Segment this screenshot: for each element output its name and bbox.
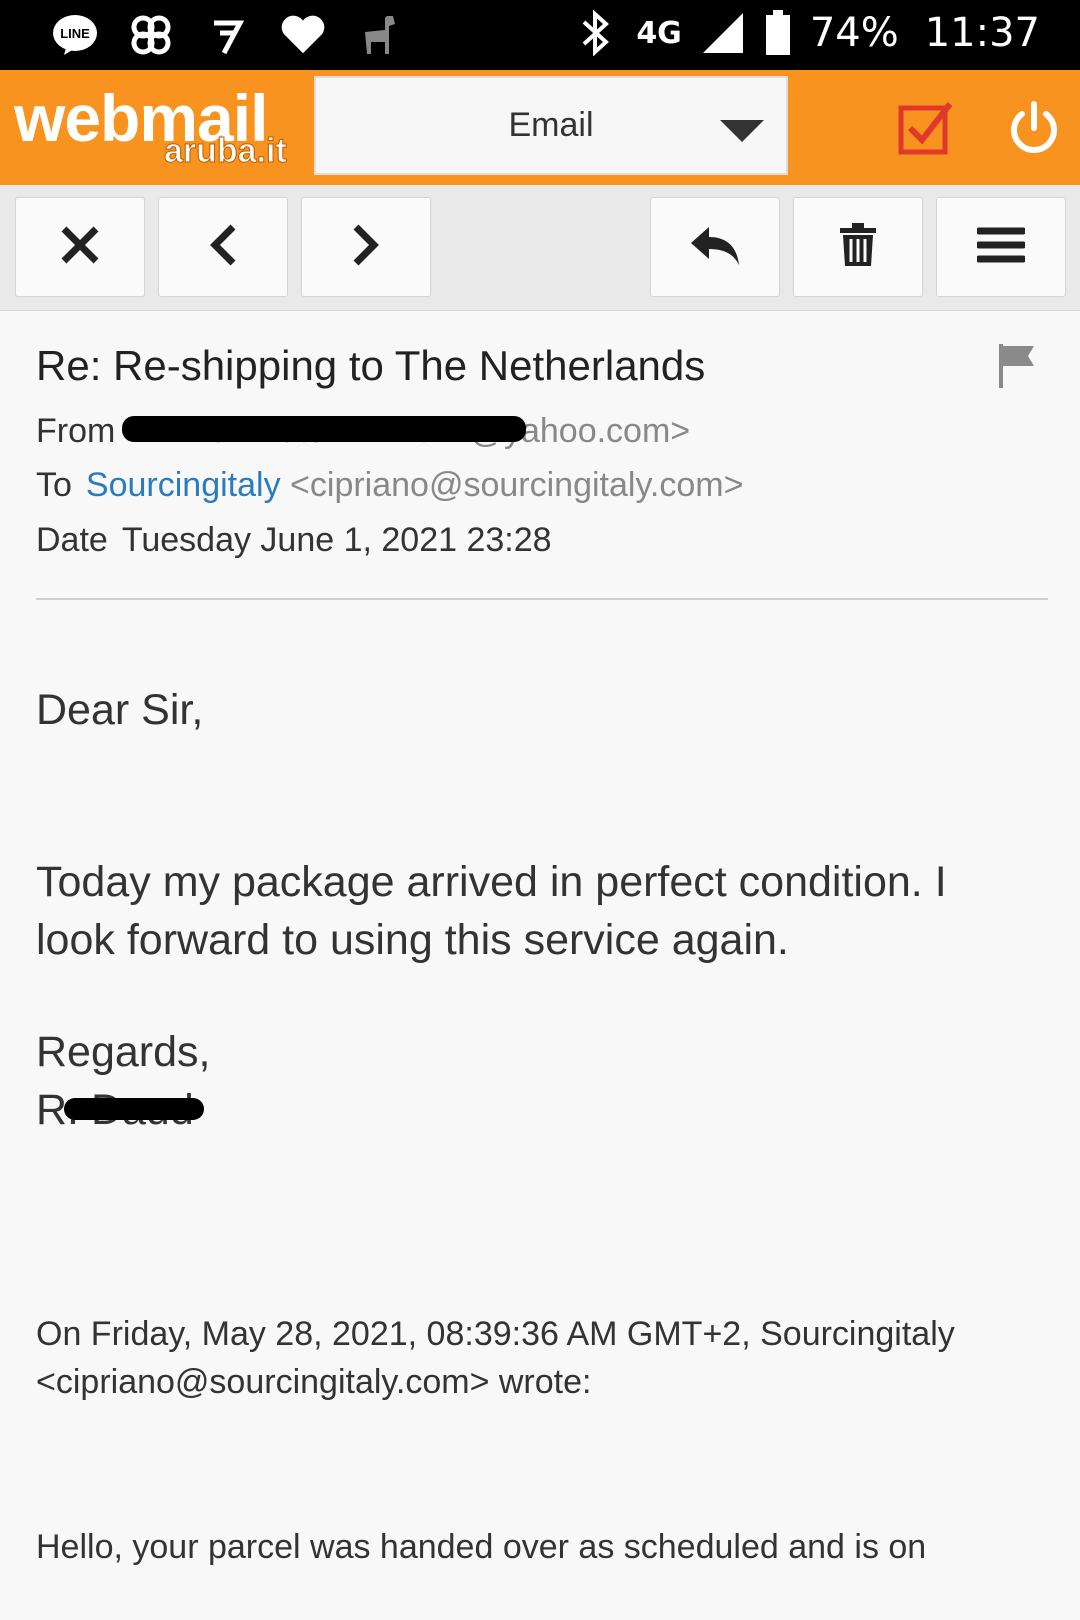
from-label: From: [36, 412, 116, 450]
quote-header-line-1: On Friday, May 28, 2021, 08:39:36 AM GMT…: [36, 1315, 955, 1353]
to-row: To Sourcingitaly <cipriano@sourcingitaly.…: [36, 466, 743, 505]
caret-down-icon: [720, 120, 764, 142]
menu-icon: [975, 225, 1027, 270]
app-header: webmail aruba.it Email: [0, 70, 1080, 185]
bluetooth-icon: [572, 10, 618, 56]
next-message-button[interactable]: [301, 197, 431, 297]
body-line-2: look forward to using this service again…: [36, 916, 789, 964]
message-subject: Re: Re-shipping to The Netherlands: [36, 342, 706, 389]
folder-select-value: Email: [508, 106, 594, 144]
to-address: <cipriano@sourcingitaly.com>: [290, 466, 744, 504]
quoted-text-line: Hello, your parcel was handed over as sc…: [36, 1528, 927, 1566]
llama-icon: [356, 12, 402, 58]
chevron-left-icon: [203, 223, 243, 272]
status-bar: LINE 4G 74% 11:37: [0, 0, 1080, 70]
close-icon: [58, 223, 102, 272]
reply-icon: [689, 223, 741, 272]
battery-icon: [764, 10, 792, 56]
logo-subtext: aruba.it: [164, 132, 288, 171]
signature-redaction-bar: [64, 1098, 204, 1120]
heart-icon: [280, 12, 326, 58]
quote-header-line-2: <cipriano@sourcingitaly.com> wrote:: [36, 1363, 592, 1401]
date-label: Date: [36, 521, 108, 559]
body-line-1: Today my package arrived in perfect cond…: [36, 858, 947, 906]
date-row: Date Tuesday June 1, 2021 23:28: [36, 521, 552, 560]
webmail-logo[interactable]: webmail aruba.it: [14, 80, 304, 175]
trash-icon: [838, 222, 878, 273]
line-app-icon: LINE: [52, 12, 98, 58]
close-button[interactable]: [15, 197, 145, 297]
header-divider: [36, 598, 1048, 600]
delete-button[interactable]: [793, 197, 923, 297]
pinwheel-icon: [128, 12, 174, 58]
battery-percent: 74%: [809, 10, 899, 56]
date-value: Tuesday June 1, 2021 23:28: [121, 521, 552, 559]
message-toolbar: [0, 185, 1080, 311]
signal-icon: [700, 10, 746, 56]
reply-button[interactable]: [650, 197, 780, 297]
menu-button[interactable]: [936, 197, 1066, 297]
greeting: Dear Sir,: [36, 686, 204, 734]
flag-icon[interactable]: [996, 342, 1038, 395]
power-icon[interactable]: [1004, 98, 1064, 158]
network-type: 4G: [636, 15, 682, 51]
redaction-bar: [122, 416, 526, 442]
sim-icon: [204, 12, 250, 58]
previous-message-button[interactable]: [158, 197, 288, 297]
svg-text:LINE: LINE: [60, 26, 90, 41]
folder-select[interactable]: Email: [314, 76, 788, 175]
to-name[interactable]: Sourcingitaly: [86, 466, 281, 504]
signature-line-1: Regards,: [36, 1028, 211, 1076]
checkbox-icon[interactable]: [896, 98, 956, 158]
to-label: To: [36, 466, 72, 504]
chevron-right-icon: [346, 223, 386, 272]
clock: 11:37: [924, 10, 1040, 56]
